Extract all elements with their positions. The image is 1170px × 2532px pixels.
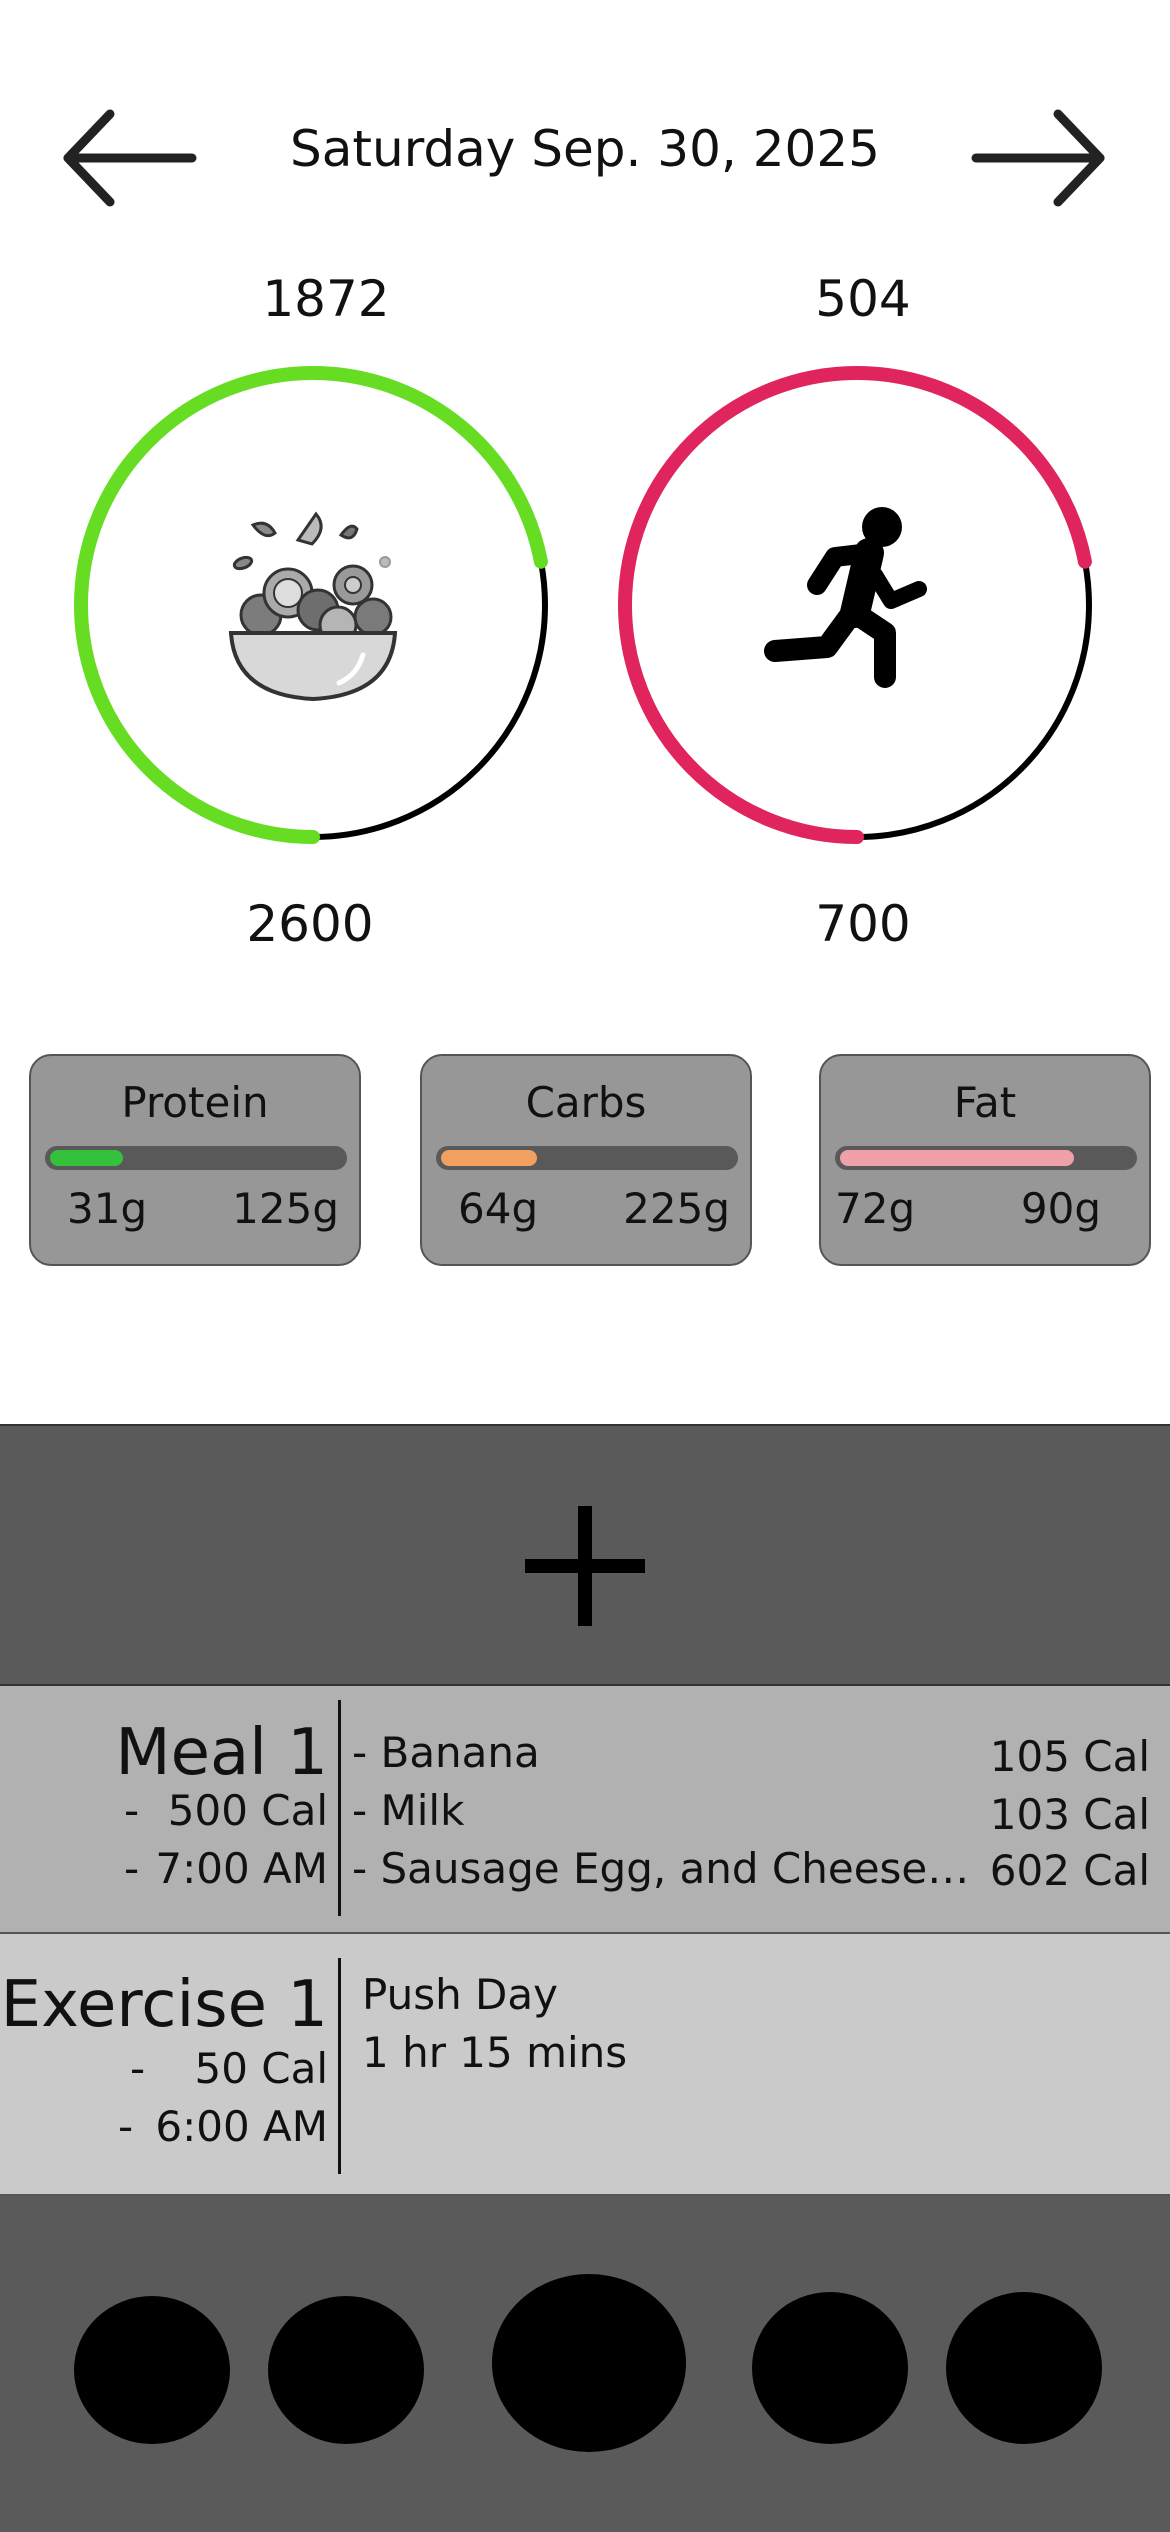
exercise-time-dash: - <box>118 2102 134 2151</box>
nav-item-center[interactable] <box>492 2274 686 2452</box>
macro-progress-track <box>45 1146 347 1170</box>
macro-card-protein[interactable]: Protein 31g 125g <box>29 1054 361 1266</box>
meal-calories-dash: - <box>124 1786 140 1835</box>
macro-progress-track <box>835 1146 1137 1170</box>
food-calories: 602 Cal <box>989 1846 1150 1895</box>
macro-current: 64g <box>458 1184 539 1233</box>
exercise-current: 504 <box>815 270 911 328</box>
entry-divider <box>338 1700 341 1916</box>
macro-goal: 225g <box>623 1184 730 1233</box>
macro-progress-fill <box>840 1150 1074 1166</box>
exercise-calories-dash: - <box>130 2044 146 2093</box>
macro-progress-fill <box>441 1150 537 1166</box>
nav-item-4[interactable] <box>752 2292 908 2444</box>
plus-icon <box>525 1506 645 1626</box>
add-entry-button[interactable] <box>0 1424 1170 1686</box>
macro-goal: 125g <box>232 1184 339 1233</box>
exercise-time: 6:00 AM <box>155 2102 328 2151</box>
intake-goal: 2600 <box>246 895 374 953</box>
macro-current: 72g <box>835 1184 916 1233</box>
macro-goal: 90g <box>1020 1184 1101 1233</box>
food-calories: 105 Cal <box>989 1732 1150 1781</box>
exercise-ring[interactable] <box>612 360 1102 850</box>
arrow-right-icon[interactable] <box>968 100 1108 220</box>
nav-item-2[interactable] <box>268 2296 424 2444</box>
food-calories: 103 Cal <box>989 1790 1150 1839</box>
exercise-name: Push Day <box>362 1970 558 2019</box>
macro-progress-fill <box>50 1150 123 1166</box>
exercise-duration: 1 hr 15 mins <box>362 2028 628 2077</box>
entry-divider <box>338 1958 341 2174</box>
nav-item-5[interactable] <box>946 2292 1102 2444</box>
nav-item-1[interactable] <box>74 2296 230 2444</box>
meal-time: 7:00 AM <box>155 1844 328 1893</box>
food-item: - Milk <box>352 1786 465 1835</box>
macro-title: Fat <box>953 1078 1017 1127</box>
food-item: - Sausage Egg, and Cheese Wr... <box>352 1844 972 1893</box>
header: Saturday Sep. 30, 2025 <box>0 0 1170 260</box>
macro-current: 31g <box>67 1184 148 1233</box>
meal-entry[interactable]: Meal 1 - 500 Cal - 7:00 AM - Banana 105 … <box>0 1686 1170 1934</box>
meal-calories: 500 Cal <box>167 1786 328 1835</box>
macro-title: Carbs <box>525 1078 647 1127</box>
macro-card-fat[interactable]: Fat 72g 90g <box>819 1054 1151 1266</box>
meal-title: Meal 1 <box>115 1716 328 1790</box>
macro-card-carbs[interactable]: Carbs 64g 225g <box>420 1054 752 1266</box>
bottom-nav <box>0 2196 1170 2532</box>
exercise-title: Exercise 1 <box>0 1968 328 2042</box>
macro-progress-track <box>436 1146 738 1170</box>
exercise-goal: 700 <box>815 895 911 953</box>
exercise-entry[interactable]: Exercise 1 - 50 Cal - 6:00 AM Push Day 1… <box>0 1934 1170 2196</box>
intake-ring[interactable] <box>68 360 558 850</box>
salad-bowl-icon <box>213 505 413 705</box>
macro-title: Protein <box>121 1078 269 1127</box>
intake-current: 1872 <box>262 270 390 328</box>
food-item: - Banana <box>352 1728 540 1777</box>
running-person-icon <box>757 505 957 705</box>
meal-time-dash: - <box>124 1844 140 1893</box>
exercise-calories: 50 Cal <box>194 2044 328 2093</box>
